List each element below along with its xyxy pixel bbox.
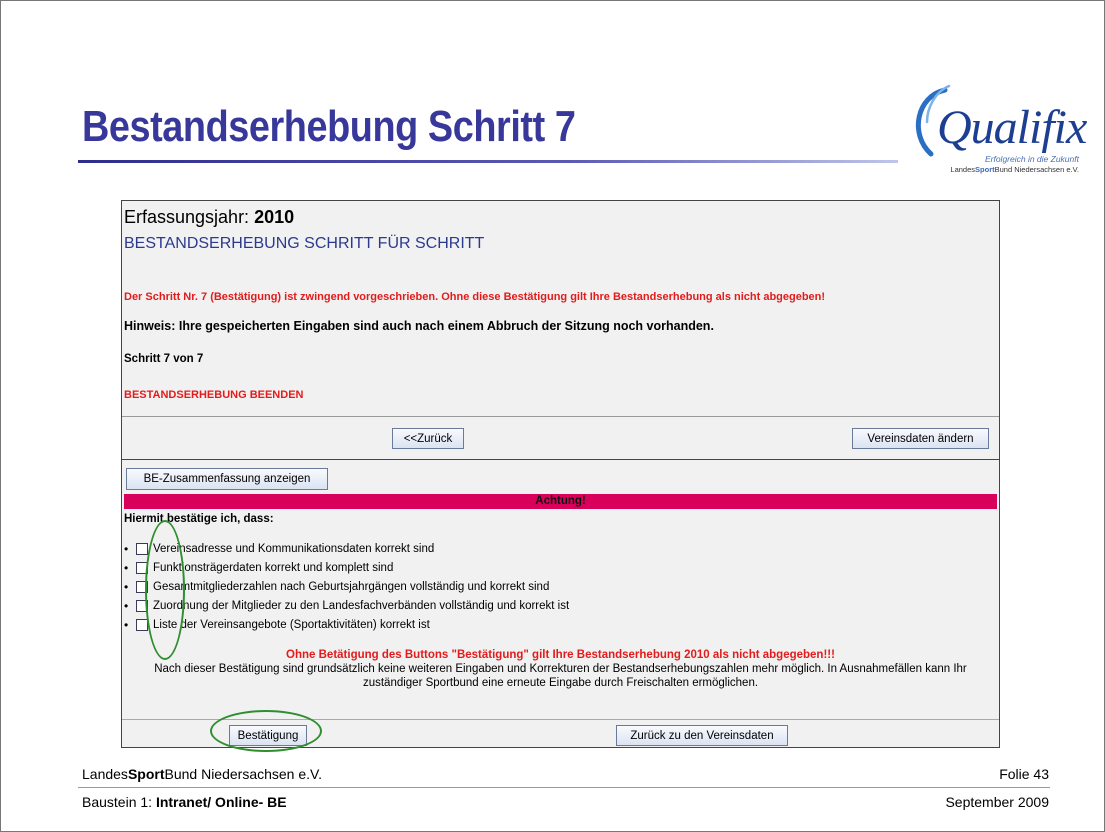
confirmation-heading: Hiermit bestätige ich, dass:	[124, 513, 274, 525]
not-submitted-warning: Ohne Betätigung des Buttons "Bestätigung…	[286, 649, 835, 661]
edit-club-data-button[interactable]: Vereinsdaten ändern	[852, 428, 989, 449]
footer-divider	[78, 787, 1050, 788]
qualifix-logo: Qualifix Erfolgreich in die Zukunft Land…	[905, 82, 1087, 174]
header-section: Erfassungsjahr: 2010 BESTANDSERHEBUNG SC…	[122, 201, 999, 417]
list-item: • Gesamtmitgliederzahlen nach Geburtsjahr…	[124, 579, 550, 594]
checkbox[interactable]	[136, 542, 148, 555]
confirmation-section: BE-Zusammenfassung anzeigen Achtung! Hie…	[122, 463, 999, 747]
bullet-icon: •	[124, 579, 129, 594]
list-item: • Funktionsträgerdaten korrekt und komple…	[124, 560, 394, 575]
logo-tagline: Erfolgreich in die Zukunft	[984, 154, 1079, 164]
list-item: • Vereinsadresse und Kommunikationsdaten …	[124, 541, 435, 556]
list-item: • Liste der Vereinsangebote (Sportaktivit…	[124, 617, 430, 632]
app-screenshot: Erfassungsjahr: 2010 BESTANDSERHEBUNG SC…	[121, 200, 1000, 748]
list-item: • Zuordnung der Mitglieder zu den Landesf…	[124, 598, 570, 613]
navigation-row: <<Zurück Vereinsdaten ändern	[122, 418, 999, 460]
checkbox[interactable]	[136, 580, 148, 593]
bullet-icon: •	[124, 598, 129, 613]
logo-wordmark: Qualifix	[937, 101, 1087, 154]
bullet-icon: •	[124, 617, 129, 632]
confirmation-notice: Nach dieser Bestätigung sind grundsätzli…	[154, 663, 967, 689]
slide-title: Bestandserhebung Schritt 7	[82, 102, 576, 151]
footer-module: Baustein 1: Intranet/ Online- BE	[82, 794, 287, 810]
confirm-button[interactable]: Bestätigung	[229, 725, 307, 746]
checkbox[interactable]	[136, 561, 148, 574]
back-to-club-data-button[interactable]: Zurück zu den Vereinsdaten	[616, 725, 788, 746]
finish-label: BESTANDSERHEBUNG BEENDEN	[124, 389, 304, 401]
hint-text: Hinweis: Ihre gespeicherten Eingaben sin…	[124, 319, 714, 333]
footer-date: September 2009	[945, 794, 1049, 810]
logo-organization: LandesSportBund Niedersachsen e.V.	[950, 165, 1079, 174]
divider	[122, 719, 999, 720]
confirmation-checklist: • Vereinsadresse und Kommunikationsdaten …	[124, 539, 569, 634]
achtung-bar: Achtung!	[124, 494, 997, 509]
checkbox[interactable]	[136, 618, 148, 631]
year-value: 2010	[254, 207, 295, 227]
title-underline	[78, 160, 898, 163]
bullet-icon: •	[124, 541, 129, 556]
slide-number: Folie 43	[999, 766, 1049, 782]
checkbox[interactable]	[136, 599, 148, 612]
page-subheading: BESTANDSERHEBUNG SCHRITT FÜR SCHRITT	[124, 235, 485, 252]
back-button[interactable]: <<Zurück	[392, 428, 464, 449]
show-summary-button[interactable]: BE-Zusammenfassung anzeigen	[126, 468, 328, 490]
footer-organization: LandesSportBund Niedersachsen e.V.	[82, 766, 322, 782]
mandatory-warning: Der Schritt Nr. 7 (Bestätigung) ist zwin…	[124, 291, 826, 303]
year-heading: Erfassungsjahr: 2010	[124, 207, 295, 227]
step-indicator: Schritt 7 von 7	[124, 353, 204, 365]
bullet-icon: •	[124, 560, 129, 575]
